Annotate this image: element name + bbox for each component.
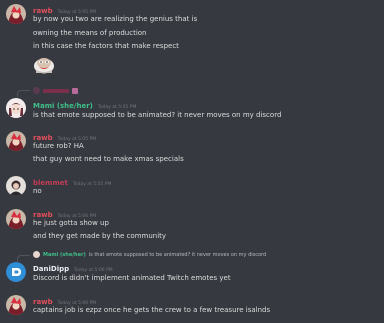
message-group: Mami (she/her) is that emote supposed to … (0, 250, 384, 288)
timestamp: Today at 5:05 PM (72, 182, 112, 187)
avatar-rawb[interactable] (6, 295, 26, 315)
username[interactable]: Mami (she/her) (33, 102, 93, 110)
avatar-blemmet[interactable] (6, 176, 26, 196)
chat-message-list: rawb Today at 5:05 PM by now you two are … (0, 0, 384, 323)
avatar-image (6, 176, 26, 196)
message-text: owning the means of production (33, 29, 147, 37)
message-text: and they get made by the community (33, 232, 167, 240)
message-header: blemmet Today at 5:05 PM (33, 175, 111, 190)
message-group: rawb Today at 5:06 PM he just gotta show … (0, 206, 384, 244)
avatar-image (6, 131, 26, 151)
pepe-emote-icon[interactable] (33, 54, 55, 74)
reply-avatar (33, 251, 40, 258)
reply-reference[interactable] (33, 87, 81, 95)
reply-author-redacted (43, 88, 69, 93)
message-group: rawb Today at 5:06 PM captains job is ezp… (0, 293, 384, 323)
avatar-danidipp[interactable] (6, 262, 26, 282)
emote-image (34, 58, 54, 74)
message-text: is that emote supposed to be animated? i… (33, 111, 282, 119)
avatar-image (6, 295, 26, 315)
message-text: he just gotta show up (33, 219, 109, 227)
avatar-image (6, 209, 26, 229)
reply-connector (17, 255, 30, 262)
message-group: rawb Today at 5:05 PM by now you two are … (0, 0, 384, 82)
avatar-rawb[interactable] (6, 4, 26, 24)
message-group: rawb Today at 5:05 PM future rob? HA that… (0, 128, 384, 166)
message-text: future rob? HA (33, 142, 84, 150)
message-group: Mami (she/her) Today at 5:05 PM is that e… (0, 84, 384, 122)
username[interactable]: DaniDipp (33, 265, 69, 273)
reply-avatar (33, 87, 40, 94)
avatar-rawb[interactable] (6, 131, 26, 151)
message-text: that guy wont need to make xmas specials (33, 155, 184, 163)
message-text: no (33, 187, 42, 195)
message-group: blemmet Today at 5:05 PM no (0, 174, 384, 200)
message-text: by now you two are realizing the genius … (33, 15, 198, 23)
avatar-image (6, 98, 26, 118)
reply-emote-icon (72, 87, 78, 94)
reply-connector (17, 90, 30, 97)
avatar-image (6, 4, 26, 24)
reply-text: is that emote supposed to be animated? i… (88, 252, 267, 258)
avatar-mami[interactable] (6, 98, 26, 118)
message-text: captains job is ezpz once he gets the cr… (33, 306, 271, 314)
message-text: Discord is didn't implement animated Twi… (33, 274, 231, 282)
avatar-image (6, 262, 26, 282)
message-text: in this case the factors that make respe… (33, 42, 179, 50)
reply-author: Mami (she/her) (43, 252, 86, 258)
reply-reference[interactable]: Mami (she/her) is that emote supposed to … (33, 251, 266, 259)
avatar-rawb[interactable] (6, 209, 26, 229)
